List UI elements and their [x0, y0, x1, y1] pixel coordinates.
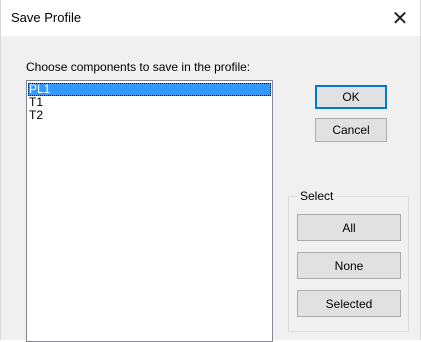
cancel-button[interactable]: Cancel	[315, 118, 387, 142]
select-selected-button[interactable]: Selected	[297, 290, 401, 317]
title-bar: Save Profile ✕	[1, 0, 420, 36]
save-profile-dialog: Save Profile ✕ Choose components to save…	[0, 0, 421, 342]
close-icon[interactable]: ✕	[380, 0, 420, 36]
select-all-button[interactable]: All	[297, 214, 401, 241]
list-item[interactable]: PL1	[28, 83, 271, 96]
select-group-label: Select	[297, 189, 337, 203]
dialog-title: Save Profile	[11, 10, 82, 25]
list-item[interactable]: T2	[28, 109, 271, 122]
ok-button[interactable]: OK	[315, 85, 387, 109]
list-item[interactable]: T1	[28, 96, 271, 109]
select-none-button[interactable]: None	[297, 252, 401, 279]
components-prompt-label: Choose components to save in the profile…	[26, 60, 251, 74]
components-listbox[interactable]: PL1 T1 T2	[26, 80, 273, 342]
